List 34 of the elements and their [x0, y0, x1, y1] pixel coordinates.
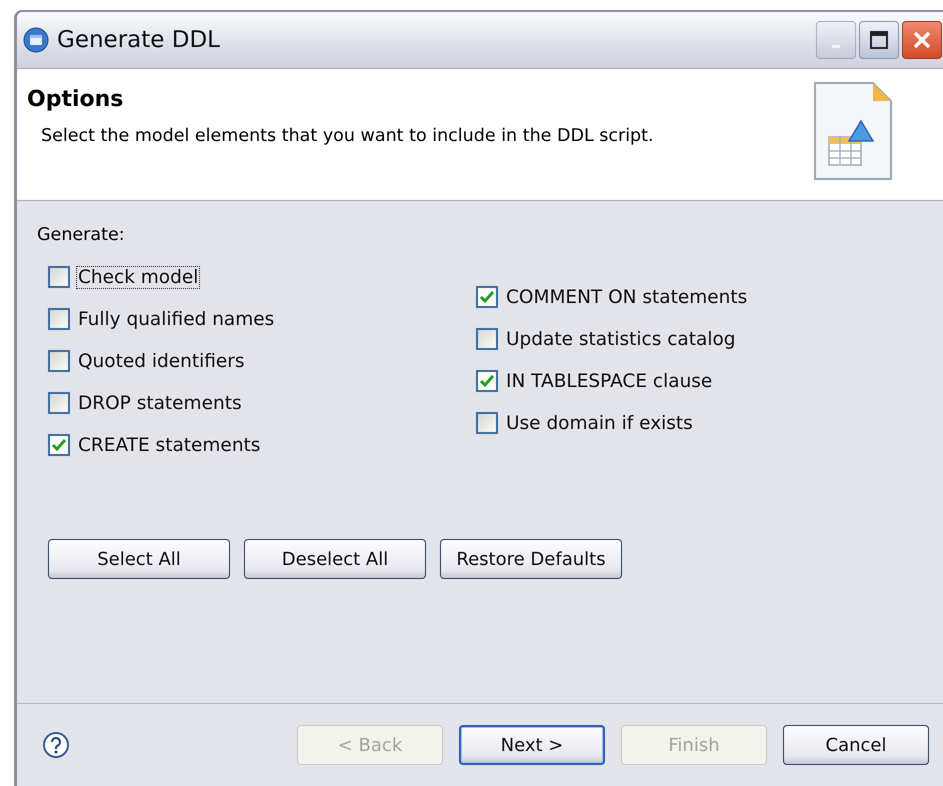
close-icon: [912, 30, 932, 50]
window-icon: [23, 27, 49, 53]
checkbox[interactable]: [48, 266, 70, 288]
option-checkbox[interactable]: Check model: [48, 263, 476, 291]
wizard-button[interactable]: Next >: [459, 725, 605, 765]
close-button[interactable]: [902, 21, 942, 59]
option-checkbox[interactable]: Fully qualified names: [48, 305, 476, 333]
checkbox[interactable]: [48, 392, 70, 414]
selection-button[interactable]: Select All: [48, 539, 230, 579]
maximize-button[interactable]: [859, 21, 899, 59]
group-label: Generate:: [37, 225, 126, 245]
checkbox[interactable]: [476, 412, 498, 434]
option-checkbox[interactable]: DROP statements: [48, 389, 476, 417]
maximize-icon: [869, 30, 889, 50]
option-checkbox[interactable]: Update statistics catalog: [476, 325, 904, 353]
checkbox[interactable]: [476, 286, 498, 308]
option-checkbox[interactable]: Quoted identifiers: [48, 347, 476, 375]
option-checkbox[interactable]: Use domain if exists: [476, 409, 904, 437]
checkbox[interactable]: [48, 308, 70, 330]
page-description: Select the model elements that you want to include in the DDL script.: [41, 126, 654, 146]
option-checkbox[interactable]: IN TABLESPACE clause: [476, 367, 904, 395]
option-checkbox[interactable]: COMMENT ON statements: [476, 283, 904, 311]
window-title: Generate DDL: [57, 27, 221, 53]
help-icon[interactable]: [41, 730, 71, 760]
wizard-button[interactable]: Cancel: [783, 725, 929, 765]
selection-button[interactable]: Restore Defaults: [440, 539, 622, 579]
selection-button[interactable]: Deselect All: [244, 539, 426, 579]
option-checkbox[interactable]: CREATE statements: [48, 431, 476, 459]
checkbox[interactable]: [48, 434, 70, 456]
document-table-icon: [813, 81, 893, 181]
checkbox[interactable]: [48, 350, 70, 372]
checkbox[interactable]: [476, 370, 498, 392]
checkbox[interactable]: [476, 328, 498, 350]
page-title: Options: [27, 87, 124, 112]
